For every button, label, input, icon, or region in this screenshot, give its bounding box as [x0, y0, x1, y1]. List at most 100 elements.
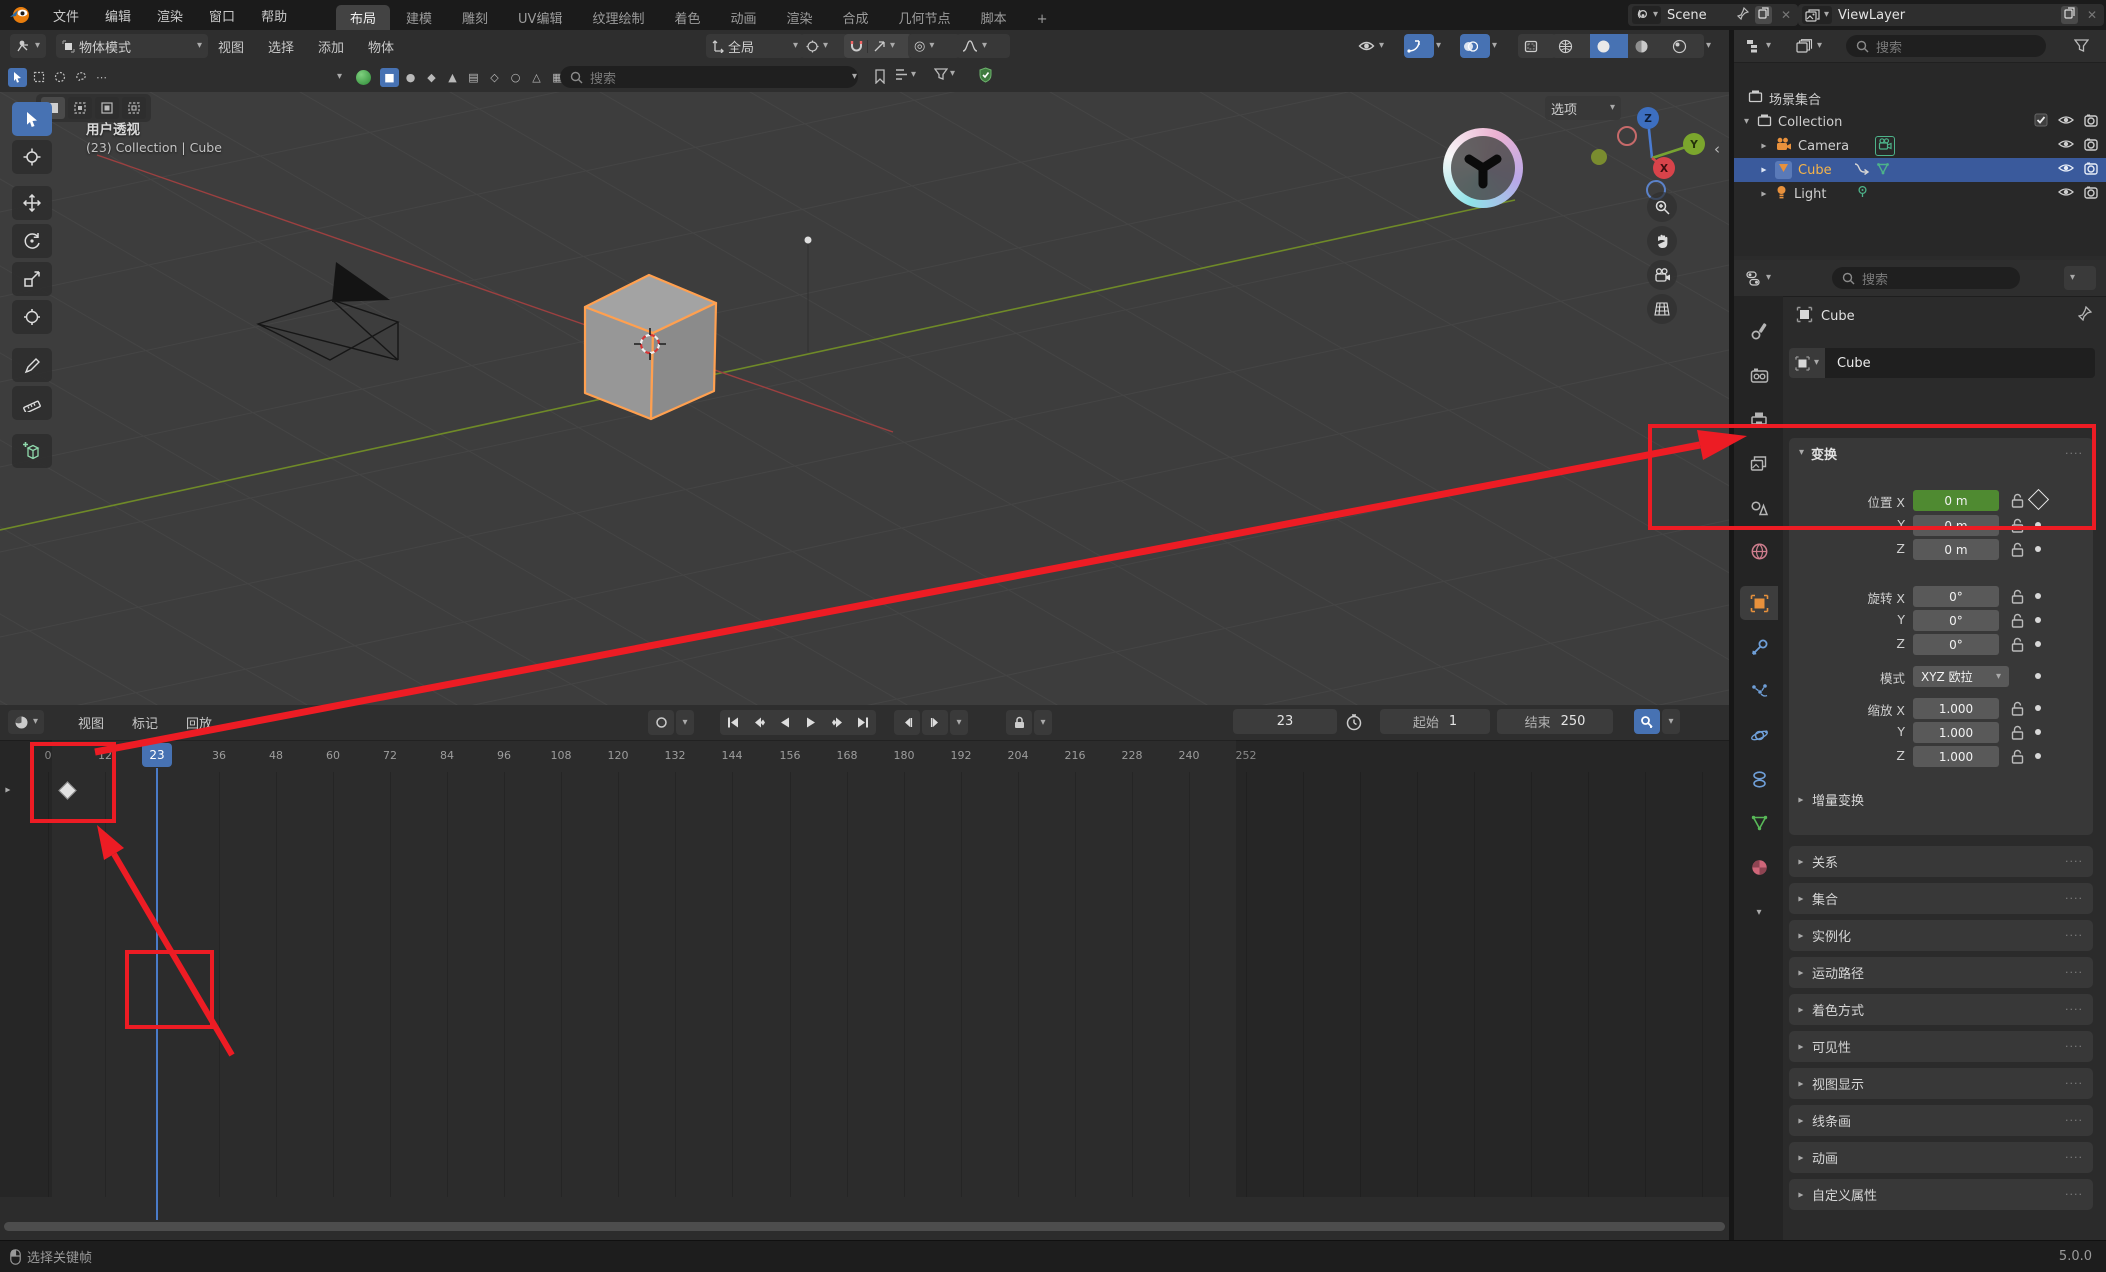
collapsed-panel-header[interactable]: ▾运动路径···· [1789, 957, 2093, 988]
select-lasso-button[interactable] [71, 68, 90, 87]
tool-select-box[interactable] [12, 102, 52, 136]
pivot-point-dropdown[interactable]: ▾ [800, 34, 848, 58]
filter-meta-icon[interactable]: ▲ [443, 68, 462, 87]
filter-dropdown-icon[interactable]: ▾ [337, 72, 342, 82]
step-back-button[interactable] [894, 710, 920, 735]
shading-dropdown[interactable]: ▾ [1704, 34, 1724, 58]
scale-y-field[interactable]: 1.000 [1913, 722, 1999, 743]
hide-viewport-eye-icon[interactable] [2058, 162, 2074, 178]
tab-particles[interactable] [1740, 674, 1778, 708]
breadcrumb-label[interactable]: Cube [1821, 309, 1855, 324]
viewlayer-selector[interactable]: ▾ ViewLayer ✕ [1798, 4, 2104, 26]
filter-armature-icon[interactable]: ◇ [485, 68, 504, 87]
tab-physics[interactable] [1740, 718, 1778, 752]
lock-icon[interactable] [2011, 613, 2024, 632]
overlays-toggle[interactable]: ▾ [1460, 34, 1508, 58]
panel-grip-icon[interactable]: ···· [2065, 1188, 2083, 1201]
material-preview-ball-icon[interactable] [356, 70, 371, 85]
animate-dot-icon[interactable] [2035, 729, 2041, 735]
workspace-tab[interactable]: 纹理绘制 [578, 5, 658, 30]
play-button[interactable] [798, 710, 824, 735]
filter-surface-icon[interactable]: ◆ [422, 68, 441, 87]
topbar-menu-item[interactable]: 渲染 [144, 6, 196, 25]
panel-grip-icon[interactable]: ···· [2065, 1003, 2083, 1016]
collapsed-panel-header[interactable]: ▾动画···· [1789, 1142, 2093, 1173]
orthographic-toggle-button[interactable] [1647, 294, 1677, 324]
tab-object-data[interactable] [1740, 806, 1778, 840]
disable-render-camera-icon[interactable] [2084, 138, 2098, 155]
topbar-menu-item[interactable]: 文件 [40, 6, 92, 25]
animate-dot-icon[interactable] [2035, 705, 2041, 711]
outliner-scene-stack-button[interactable]: ▾ [1790, 34, 1828, 58]
mode-intersect-icon[interactable] [122, 97, 146, 119]
lock-icon[interactable] [2011, 542, 2024, 561]
search-options-icon[interactable]: ▾ [852, 72, 857, 82]
toggle-xray-button[interactable] [1518, 34, 1556, 58]
mode-subtract-icon[interactable] [95, 97, 119, 119]
select-circle-button[interactable] [50, 68, 69, 87]
scale-x-field[interactable]: 1.000 [1913, 698, 1999, 719]
playback-sync-lock[interactable]: ▾ [1006, 710, 1052, 735]
scene-selector[interactable]: ▾ Scene ✕ [1628, 4, 1798, 26]
jump-to-end-button[interactable] [850, 710, 876, 735]
object-id-icon-dropdown[interactable]: ▾ [1789, 348, 1825, 378]
rotation-z-field[interactable]: 0° [1913, 634, 1999, 655]
workspace-tab[interactable]: 布局 [336, 5, 390, 30]
sort-options-button[interactable]: ▾ [894, 67, 916, 82]
object-name-input[interactable]: Cube [1825, 348, 2095, 378]
animate-dot-icon[interactable] [2035, 641, 2041, 647]
animate-dot-icon[interactable] [2035, 546, 2041, 552]
select-box-button[interactable] [29, 68, 48, 87]
timeline-editor-type-button[interactable]: ▾ [8, 710, 44, 734]
cube-object[interactable] [585, 275, 716, 419]
tool-annotate[interactable] [12, 348, 52, 382]
collapsed-panel-header[interactable]: ▾视图显示···· [1789, 1068, 2093, 1099]
viewport-search-input[interactable]: 搜索 [560, 66, 858, 88]
light-object[interactable] [805, 237, 812, 353]
pin-icon[interactable] [1737, 7, 1749, 24]
workspace-tab[interactable]: 几何节点 [885, 5, 965, 30]
disable-render-camera-icon[interactable] [2084, 162, 2098, 179]
workspace-tab[interactable]: + [1023, 9, 1062, 30]
viewport-menu-item[interactable]: 添加 [306, 37, 356, 56]
timeline-scrollbar[interactable] [4, 1222, 1725, 1231]
shading-solid-button[interactable] [1590, 34, 1628, 58]
filter-empty-icon[interactable]: △ [527, 68, 546, 87]
collapse-icon[interactable]: ▾ [1760, 167, 1770, 172]
previous-keyframe-button[interactable] [746, 710, 772, 735]
tab-object[interactable] [1740, 586, 1778, 620]
select-extend-button[interactable]: ⋯ [92, 68, 111, 87]
lock-icon[interactable] [2011, 637, 2024, 656]
new-scene-icon[interactable] [1755, 6, 1772, 24]
proportional-falloff-dropdown[interactable]: ▾ [956, 34, 1010, 58]
sidebar-collapse-chevron[interactable]: ‹ [1714, 140, 1720, 158]
collapsed-panel-header[interactable]: ▾可见性···· [1789, 1031, 2093, 1062]
hide-viewport-eye-icon[interactable] [2058, 138, 2074, 154]
tab-render[interactable] [1740, 358, 1778, 392]
light-data-badge[interactable] [1856, 185, 1869, 203]
mesh-data-badge[interactable] [1876, 162, 1890, 179]
panel-grip-icon[interactable]: ···· [2065, 1040, 2083, 1053]
auto-keying-toggle[interactable]: ▾ [648, 710, 694, 735]
workspace-tab[interactable]: 建模 [392, 5, 446, 30]
step-forward-button[interactable] [922, 710, 948, 735]
panel-grip-icon[interactable]: ···· [2065, 966, 2083, 979]
timeline-menu-item[interactable]: 回放 [172, 713, 226, 732]
select-tweak-button[interactable] [8, 68, 27, 87]
animate-dot-icon[interactable] [2035, 617, 2041, 623]
location-z-field[interactable]: 0 m [1913, 539, 1999, 560]
rotation-y-field[interactable]: 0° [1913, 610, 1999, 631]
shading-wireframe-button[interactable] [1552, 34, 1590, 58]
topbar-menu-item[interactable]: 窗口 [196, 6, 248, 25]
tab-material[interactable] [1740, 850, 1778, 884]
camera-data-badge[interactable] [1875, 136, 1895, 156]
filter-mesh-icon[interactable]: ■ [380, 68, 399, 87]
topbar-menu-item[interactable]: 帮助 [248, 6, 300, 25]
bookmark-icon[interactable] [874, 69, 886, 88]
lock-icon[interactable] [2011, 589, 2024, 608]
delta-transform-subpanel[interactable]: ▾ 增量变换 [1799, 790, 1864, 809]
workspace-tab[interactable]: 合成 [829, 5, 883, 30]
collapsed-panel-header[interactable]: ▾关系···· [1789, 846, 2093, 877]
use-preview-range-icon[interactable] [1346, 714, 1362, 735]
rotation-x-field[interactable]: 0° [1913, 586, 1999, 607]
